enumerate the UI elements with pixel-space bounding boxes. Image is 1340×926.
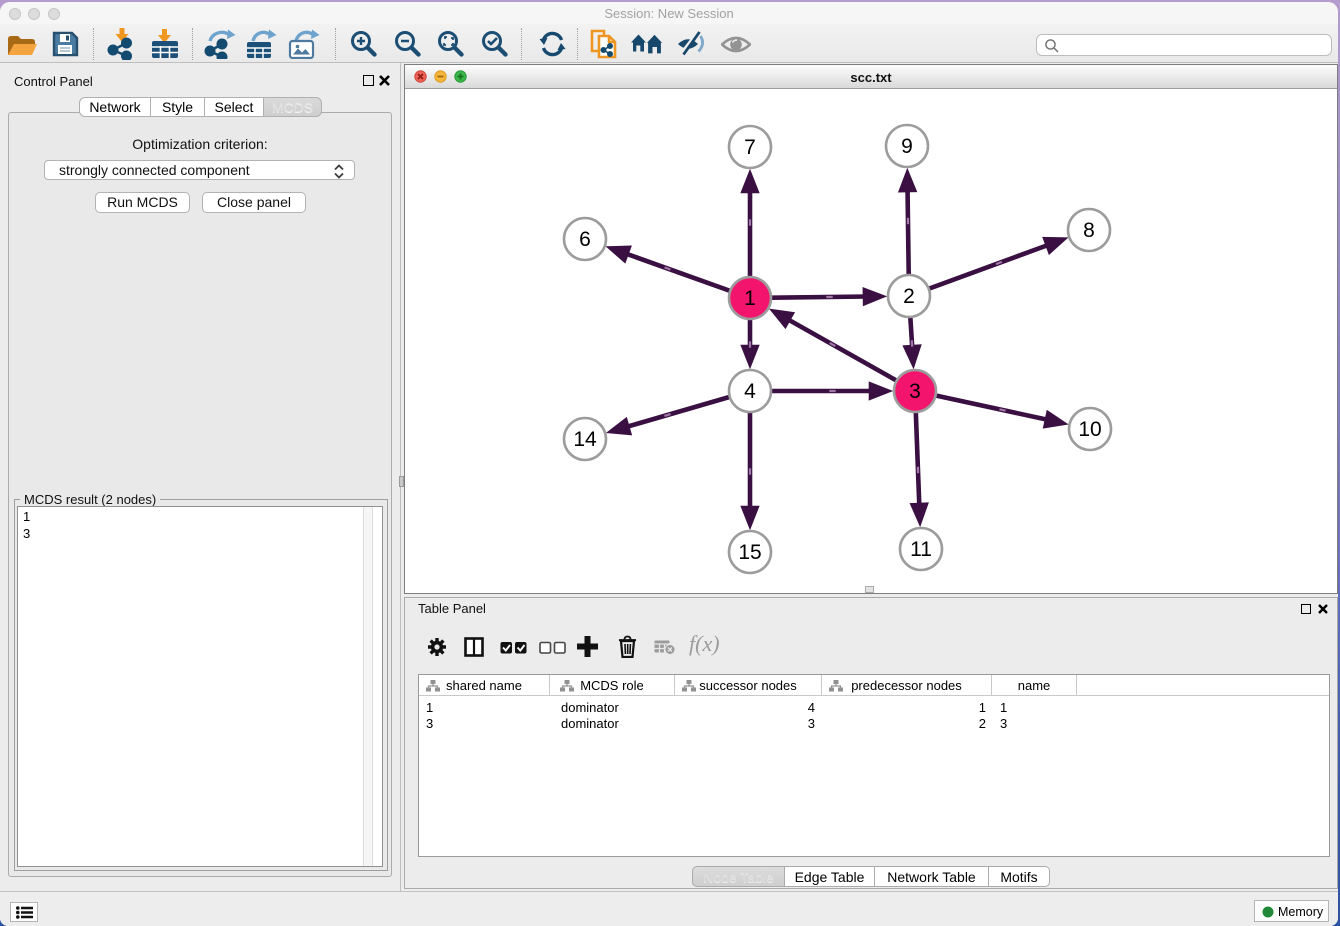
svg-text:6: 6 (579, 228, 591, 251)
svg-text:4: 4 (744, 380, 756, 403)
svg-text:2: 2 (903, 285, 915, 308)
svg-text:11: 11 (910, 538, 932, 561)
svg-text:14: 14 (573, 428, 597, 451)
svg-text:9: 9 (901, 135, 913, 158)
svg-text:1: 1 (744, 287, 756, 310)
svg-text:7: 7 (744, 136, 756, 159)
svg-text:8: 8 (1083, 219, 1095, 242)
svg-text:3: 3 (909, 380, 921, 403)
svg-text:15: 15 (738, 541, 761, 564)
svg-text:10: 10 (1078, 418, 1101, 441)
